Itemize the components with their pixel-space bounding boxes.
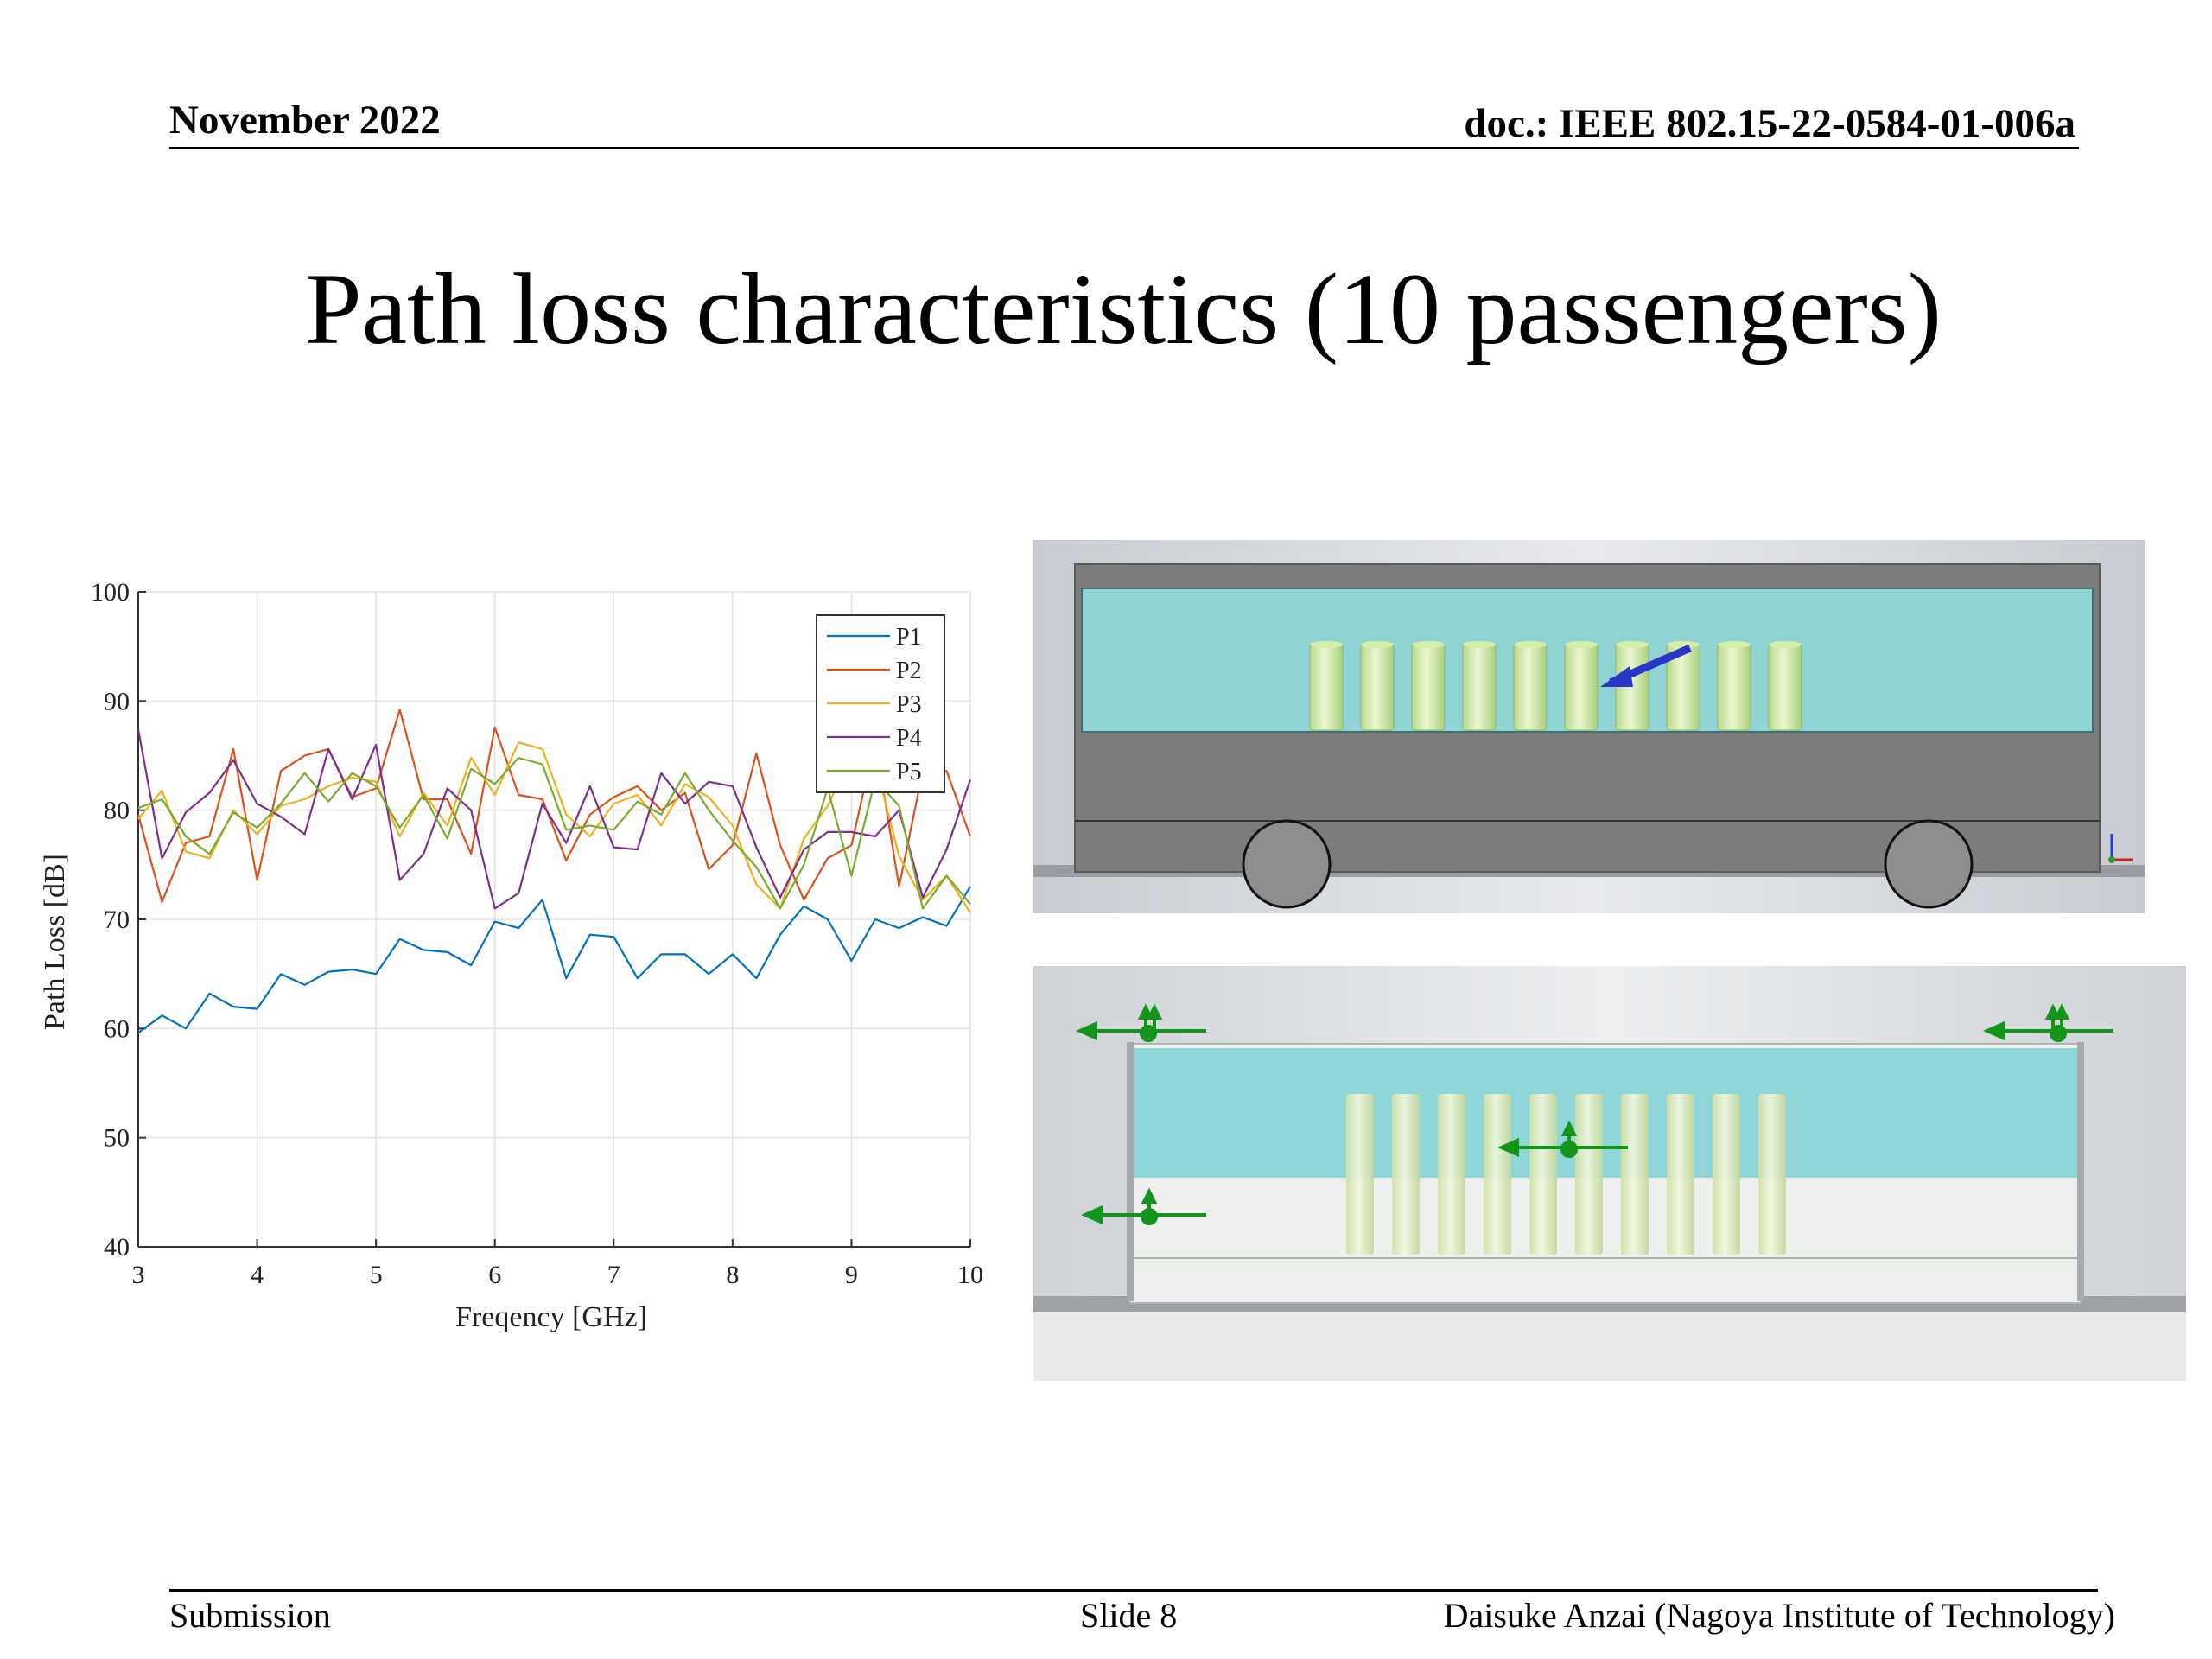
passenger-side-top [1463, 641, 1496, 648]
x-tick-label: 3 [132, 1261, 145, 1289]
passenger-side [1768, 643, 1802, 731]
passenger-front [1713, 1094, 1740, 1255]
x-tick-label: 7 [607, 1261, 620, 1289]
passenger-front [1758, 1094, 1786, 1255]
x-tick-label: 6 [488, 1261, 501, 1289]
path-loss-chart: 3 4 5 6 7 8 9 10405060708090100 Freqency [GHz] … [39, 578, 983, 1333]
bus-side-view-image [1033, 540, 2145, 913]
footer-submission: Submission [169, 1596, 331, 1635]
passenger-front [1667, 1094, 1694, 1255]
y-tick-label: 60 [104, 1014, 130, 1043]
passenger-side-top [1514, 641, 1547, 648]
x-tick-label: 5 [370, 1261, 383, 1289]
x-tick-label: 8 [726, 1261, 739, 1289]
legend-label-p2: P2 [896, 658, 922, 684]
footer-slide-number: Slide 8 [1080, 1596, 1178, 1635]
footer-author: Daisuke Anzai (Nagoya Institute of Techn… [1443, 1596, 2115, 1635]
passenger-side [1462, 643, 1497, 731]
y-tick-label: 90 [104, 687, 130, 715]
chart-ylabel: Path Loss [dB] [39, 854, 71, 1030]
legend-label-p4: P4 [896, 725, 922, 752]
legend-label-p5: P5 [896, 759, 922, 785]
y-tick-label: 100 [91, 578, 130, 607]
footer-divider [169, 1589, 2098, 1592]
passenger-side [1411, 643, 1446, 731]
passenger-front [1575, 1094, 1603, 1255]
passenger-front [1484, 1094, 1511, 1255]
passenger-side [1564, 643, 1599, 731]
passenger-side [1513, 643, 1548, 731]
x-tick-label: 4 [251, 1261, 264, 1289]
passenger-side-top [1361, 641, 1394, 648]
y-tick-label: 70 [104, 906, 130, 934]
passenger-side-top [1769, 641, 1802, 648]
y-tick-label: 50 [104, 1124, 130, 1153]
x-tick-label: 9 [845, 1261, 858, 1289]
chart-legend: P1 P2 P3 P4 P5 [816, 614, 945, 793]
passenger-side-top [1310, 641, 1343, 648]
slide-title: Path loss characteristics (10 passengers… [305, 252, 1942, 365]
passenger-front [1529, 1094, 1557, 1255]
x-tick-label: 10 [957, 1261, 983, 1289]
y-tick-label: 40 [104, 1233, 130, 1262]
passenger-side-top [1718, 641, 1751, 648]
header-doc-id: doc.: IEEE 802.15-22-0584-01-006a [1464, 101, 2075, 146]
header-divider [169, 147, 2079, 149]
passenger-front [1392, 1094, 1420, 1255]
chart-xlabel: Freqency [GHz] [455, 1301, 647, 1333]
header-date: November 2022 [169, 98, 441, 143]
passenger-side-top [1565, 641, 1598, 648]
passenger-front [1621, 1094, 1649, 1255]
passenger-side-top [1616, 641, 1649, 648]
legend-label-p3: P3 [896, 691, 922, 718]
passenger-side [1309, 643, 1344, 731]
legend-label-p1: P1 [896, 624, 922, 651]
passenger-front [1346, 1094, 1374, 1255]
passenger-front [1438, 1094, 1465, 1255]
y-tick-label: 80 [104, 797, 130, 825]
bus-front-view-image [1033, 966, 2186, 1381]
passenger-side [1360, 643, 1395, 731]
passenger-side [1717, 643, 1751, 731]
passenger-side-top [1412, 641, 1445, 648]
